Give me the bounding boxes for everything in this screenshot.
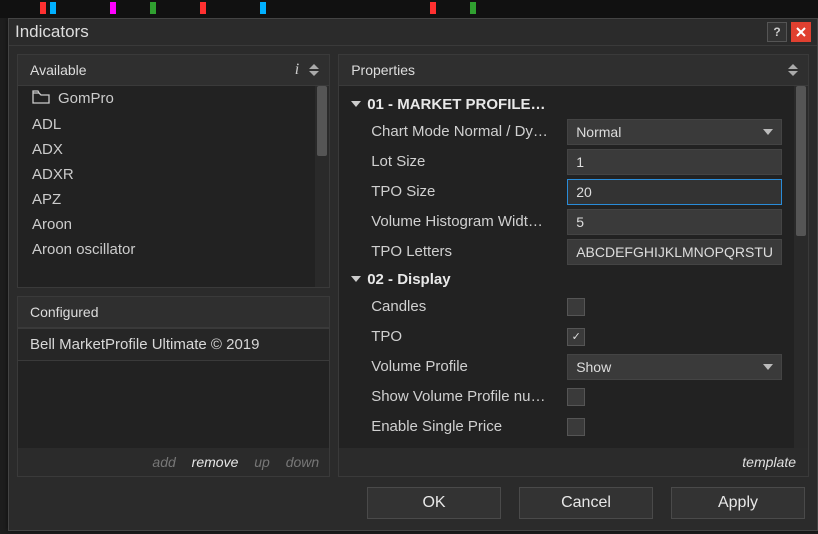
configured-header: Configured (18, 297, 329, 328)
template-link[interactable]: template (742, 454, 796, 470)
configured-label: Configured (30, 304, 99, 320)
configured-footer: add remove up down (18, 448, 329, 476)
group-market-profile[interactable]: 01 - MARKET PROFILE… (343, 92, 790, 117)
prop-tpo: TPO ✓ (343, 322, 790, 352)
chart-mode-select[interactable]: Normal (567, 119, 782, 145)
window-title: Indicators (15, 22, 89, 42)
prop-lot-size: Lot Size 1 (343, 147, 790, 177)
properties-panel: Properties 01 - MARKET PROFILE… (338, 54, 809, 477)
list-item: APZ (18, 187, 315, 212)
chevron-down-icon (763, 364, 773, 370)
prop-enable-single-price: Enable Single Price (343, 412, 790, 442)
dialog-buttons: OK Cancel Apply (9, 485, 817, 530)
down-link[interactable]: down (286, 454, 319, 470)
volume-profile-select[interactable]: Show (567, 354, 782, 380)
indicators-dialog: Indicators ? Available i (8, 18, 818, 531)
chevron-down-icon (788, 71, 798, 76)
chevron-down-icon (351, 276, 361, 282)
prop-show-vp-numbers: Show Volume Profile nu… (343, 382, 790, 412)
vol-hist-width-input[interactable]: 5 (567, 209, 782, 235)
close-icon (796, 27, 806, 37)
candles-checkbox[interactable] (567, 298, 585, 316)
prop-chart-mode: Chart Mode Normal / Dy… Normal (343, 117, 790, 147)
configured-list[interactable]: Bell MarketProfile Ultimate © 2019 (18, 328, 329, 448)
properties-scrollbar[interactable] (794, 86, 808, 448)
background-chart-strip (0, 0, 818, 18)
chevron-down-icon (763, 129, 773, 135)
available-scrollbar[interactable] (315, 86, 329, 287)
titlebar: Indicators ? (9, 19, 817, 46)
lot-size-input[interactable]: 1 (567, 149, 782, 175)
list-item: ADL (18, 112, 315, 137)
group-display[interactable]: 02 - Display (343, 267, 790, 292)
up-link[interactable]: up (254, 454, 270, 470)
prop-tpo-letters: TPO Letters ABCDEFGHIJKLMNOPQRSTU (343, 237, 790, 267)
scrollbar-thumb[interactable] (317, 86, 327, 156)
properties-spinner[interactable] (788, 64, 798, 76)
properties-label: Properties (351, 62, 415, 78)
prop-volume-profile: Volume Profile Show (343, 352, 790, 382)
available-header: Available i (18, 55, 329, 86)
chevron-down-icon (351, 101, 361, 107)
list-item: ADXR (18, 162, 315, 187)
info-icon[interactable]: i (295, 61, 299, 79)
tpo-checkbox[interactable]: ✓ (567, 328, 585, 346)
properties-footer: template (339, 448, 808, 476)
cancel-button[interactable]: Cancel (519, 487, 653, 519)
tpo-letters-input[interactable]: ABCDEFGHIJKLMNOPQRSTU (567, 239, 782, 265)
list-item: GomPro (18, 86, 315, 112)
show-vp-numbers-checkbox[interactable] (567, 388, 585, 406)
help-button[interactable]: ? (767, 22, 787, 42)
folder-icon (32, 90, 50, 108)
list-item: Aroon (18, 212, 315, 237)
chevron-up-icon (788, 64, 798, 69)
available-panel: Available i GomPro (17, 54, 330, 288)
ok-button[interactable]: OK (367, 487, 501, 519)
close-button[interactable] (791, 22, 811, 42)
configured-panel: Configured Bell MarketProfile Ultimate ©… (17, 296, 330, 477)
chevron-up-icon (309, 64, 319, 69)
enable-single-price-checkbox[interactable] (567, 418, 585, 436)
chevron-down-icon (309, 71, 319, 76)
prop-tpo-size: TPO Size 20 (343, 177, 790, 207)
available-label: Available (30, 62, 87, 78)
add-link[interactable]: add (152, 454, 175, 470)
list-item[interactable]: Bell MarketProfile Ultimate © 2019 (18, 328, 329, 361)
list-item: ADX (18, 137, 315, 162)
properties-header: Properties (339, 55, 808, 86)
tpo-size-input[interactable]: 20 (567, 179, 782, 205)
prop-volume-hist-width: Volume Histogram Widt… 5 (343, 207, 790, 237)
available-list[interactable]: GomPro ADL ADX ADXR APZ Aroon Aroon osci… (18, 86, 329, 287)
scrollbar-thumb[interactable] (796, 86, 806, 236)
apply-button[interactable]: Apply (671, 487, 805, 519)
remove-link[interactable]: remove (192, 454, 239, 470)
available-spinner[interactable] (309, 64, 319, 76)
prop-candles: Candles (343, 292, 790, 322)
list-item: Aroon oscillator (18, 237, 315, 262)
